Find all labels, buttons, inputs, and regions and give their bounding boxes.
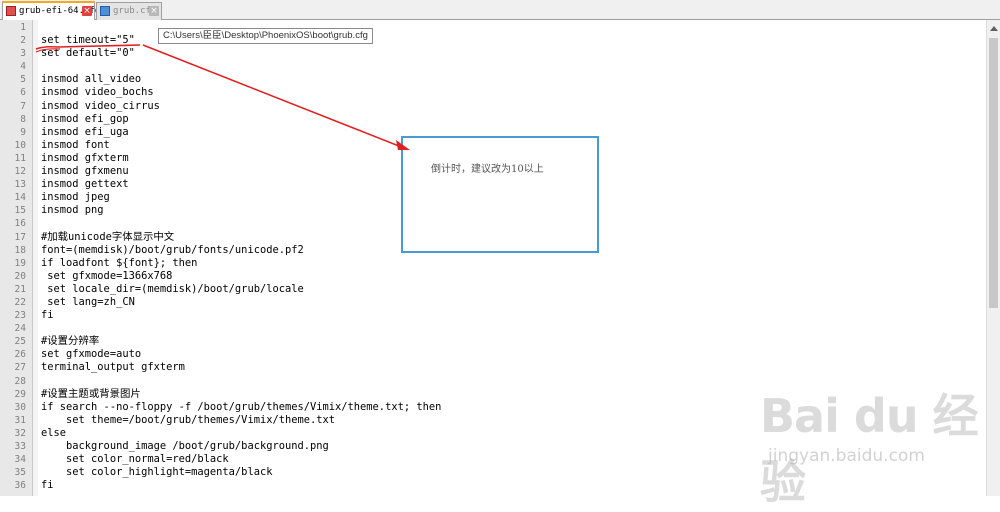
code-text[interactable]: if loadfont ${font}; then bbox=[41, 257, 197, 270]
code-text[interactable]: set timeout="5" bbox=[41, 34, 135, 47]
scroll-up-icon[interactable] bbox=[990, 26, 998, 31]
code-line: 22 set lang=zh_CN bbox=[0, 296, 986, 309]
line-number: 28 bbox=[14, 375, 26, 387]
code-text[interactable]: insmod video_cirrus bbox=[41, 100, 160, 113]
code-line: 5 insmod all_video bbox=[0, 73, 986, 86]
code-text[interactable]: set locale_dir=(memdisk)/boot/grub/local… bbox=[41, 283, 304, 296]
line-number: 27 bbox=[14, 362, 26, 374]
line-number: 14 bbox=[14, 192, 26, 204]
code-text[interactable]: insmod gfxmenu bbox=[41, 165, 129, 178]
line-number: 20 bbox=[14, 270, 26, 282]
code-text[interactable]: set gfxmode=auto bbox=[41, 348, 141, 361]
code-text[interactable]: insmod gettext bbox=[41, 178, 129, 191]
annotation-text: 倒计时，建议改为10以上 bbox=[431, 164, 544, 175]
line-number: 36 bbox=[14, 480, 26, 492]
file-icon bbox=[100, 6, 110, 16]
line-number: 26 bbox=[14, 349, 26, 361]
code-text[interactable]: #设置主题或背景图片 bbox=[41, 388, 141, 401]
code-text[interactable]: fi bbox=[41, 479, 54, 492]
line-number: 2 bbox=[20, 35, 26, 47]
line-number: 3 bbox=[20, 48, 26, 60]
code-text[interactable]: insmod font bbox=[41, 139, 110, 152]
line-number: 17 bbox=[14, 231, 26, 243]
code-line: 24 bbox=[0, 322, 986, 335]
code-line: 26 set gfxmode=auto bbox=[0, 348, 986, 361]
code-text[interactable]: font=(memdisk)/boot/grub/fonts/unicode.p… bbox=[41, 244, 304, 257]
line-number: 4 bbox=[20, 61, 26, 73]
line-number: 21 bbox=[14, 283, 26, 295]
code-text[interactable]: set theme=/boot/grub/themes/Vimix/theme.… bbox=[41, 414, 335, 427]
code-line: 2 set timeout="5" bbox=[0, 34, 986, 47]
line-number: 11 bbox=[14, 152, 26, 164]
line-number: 35 bbox=[14, 467, 26, 479]
code-text[interactable]: insmod all_video bbox=[41, 73, 141, 86]
code-text[interactable]: else bbox=[41, 427, 66, 440]
line-number: 24 bbox=[14, 323, 26, 335]
code-line: 8 insmod efi_gop bbox=[0, 113, 986, 126]
code-text[interactable]: #设置分辨率 bbox=[41, 335, 99, 348]
line-number: 30 bbox=[14, 401, 26, 413]
line-number: 19 bbox=[14, 257, 26, 269]
line-number: 1 bbox=[20, 22, 26, 33]
code-line: 4 bbox=[0, 60, 986, 73]
code-line: 23 fi bbox=[0, 309, 986, 322]
code-text[interactable]: insmod efi_uga bbox=[41, 126, 129, 139]
tab-grub-efi-64-cfg[interactable]: grub-efi-64.cfg × bbox=[2, 1, 100, 20]
line-number: 23 bbox=[14, 310, 26, 322]
code-text[interactable]: terminal_output gfxterm bbox=[41, 361, 185, 374]
code-line: 19 if loadfont ${font}; then bbox=[0, 257, 986, 270]
code-text[interactable]: set lang=zh_CN bbox=[41, 296, 135, 309]
tab-bar: grub-efi-64.cfg × grub.cfg × bbox=[0, 0, 1000, 20]
watermark-url: jingyan.baidu.com bbox=[768, 446, 925, 466]
line-number: 12 bbox=[14, 166, 26, 178]
code-text[interactable]: set default="0" bbox=[41, 47, 135, 60]
code-line: 3 set default="0" bbox=[0, 47, 986, 60]
code-text[interactable]: set color_highlight=magenta/black bbox=[41, 466, 272, 479]
tab-grub-cfg[interactable]: grub.cfg × bbox=[96, 2, 162, 20]
annotation-box: 倒计时，建议改为10以上 bbox=[401, 136, 599, 253]
code-line: 6 insmod video_bochs bbox=[0, 86, 986, 99]
close-icon[interactable]: × bbox=[149, 6, 159, 16]
code-text[interactable]: insmod efi_gop bbox=[41, 113, 129, 126]
file-path-tooltip: C:\Users\臣臣\Desktop\PhoenixOS\boot\grub.… bbox=[158, 28, 373, 44]
code-line: 20 set gfxmode=1366x768 bbox=[0, 270, 986, 283]
code-text[interactable]: insmod video_bochs bbox=[41, 86, 154, 99]
code-text[interactable]: set gfxmode=1366x768 bbox=[41, 270, 172, 283]
line-number: 9 bbox=[20, 126, 26, 138]
code-text[interactable]: background_image /boot/grub/background.p… bbox=[41, 440, 329, 453]
code-text[interactable]: insmod png bbox=[41, 204, 104, 217]
line-number: 8 bbox=[20, 113, 26, 125]
baidu-watermark: Bai du 经验 jingyan.baidu.com bbox=[760, 380, 996, 509]
code-line: 27 terminal_output gfxterm bbox=[0, 361, 986, 374]
line-number: 34 bbox=[14, 454, 26, 466]
line-number: 25 bbox=[14, 336, 26, 348]
code-line: 25 #设置分辨率 bbox=[0, 335, 986, 348]
file-icon bbox=[6, 6, 16, 16]
scrollbar-thumb[interactable] bbox=[989, 38, 998, 308]
code-text[interactable]: set color_normal=red/black bbox=[41, 453, 229, 466]
line-number: 31 bbox=[14, 414, 26, 426]
line-number: 5 bbox=[20, 74, 26, 86]
close-icon[interactable]: × bbox=[82, 6, 92, 16]
line-number: 33 bbox=[14, 441, 26, 452]
line-number: 6 bbox=[20, 87, 26, 99]
code-line: 21 set locale_dir=(memdisk)/boot/grub/lo… bbox=[0, 283, 986, 296]
line-number: 29 bbox=[14, 388, 26, 400]
code-line: 7 insmod video_cirrus bbox=[0, 100, 986, 113]
line-number: 16 bbox=[14, 218, 26, 230]
code-text[interactable]: insmod gfxterm bbox=[41, 152, 129, 165]
code-line: 1 bbox=[0, 21, 986, 34]
line-number: 10 bbox=[14, 139, 26, 151]
line-number: 7 bbox=[20, 100, 26, 112]
line-number: 18 bbox=[14, 244, 26, 256]
line-number: 13 bbox=[14, 179, 26, 191]
line-number: 32 bbox=[14, 427, 26, 439]
code-text[interactable]: insmod jpeg bbox=[41, 191, 110, 204]
code-text[interactable]: fi bbox=[41, 309, 54, 322]
line-number: 22 bbox=[14, 296, 26, 308]
code-text[interactable]: #加载unicode字体显示中文 bbox=[41, 231, 174, 244]
line-number: 15 bbox=[14, 205, 26, 217]
code-text[interactable]: if search --no-floppy -f /boot/grub/them… bbox=[41, 401, 441, 414]
